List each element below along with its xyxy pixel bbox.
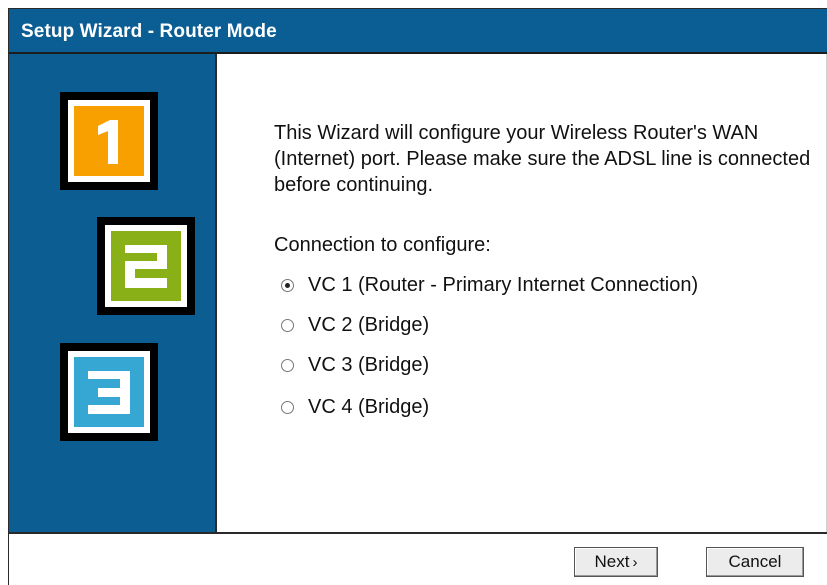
step-3-icon bbox=[60, 343, 158, 441]
radio-vc1[interactable] bbox=[281, 278, 294, 292]
button-bar: Next › Cancel bbox=[8, 532, 827, 585]
chevron-right-icon: › bbox=[632, 553, 638, 571]
radio-vc4[interactable] bbox=[281, 400, 294, 414]
next-button[interactable]: Next › bbox=[574, 547, 658, 577]
step-2-tile bbox=[111, 231, 181, 301]
connection-label: Connection to configure: bbox=[274, 234, 491, 256]
radio-vc3[interactable] bbox=[281, 358, 294, 372]
step-2-icon bbox=[97, 217, 195, 315]
step-1-tile bbox=[74, 106, 144, 176]
option-vc1-label: VC 1 (Router - Primary Internet Connecti… bbox=[308, 273, 699, 296]
intro-text: This Wizard will configure your Wireless… bbox=[274, 122, 811, 196]
setup-wizard-window: Setup Wizard - Router Mode This Wizard w… bbox=[0, 0, 827, 585]
title-bar: Setup Wizard - Router Mode bbox=[8, 8, 827, 54]
option-vc3-label: VC 3 (Bridge) bbox=[308, 353, 430, 376]
cancel-button-label: Cancel bbox=[728, 552, 782, 571]
step-sidebar bbox=[8, 54, 217, 532]
step-3-tile bbox=[74, 357, 144, 427]
window-title: Setup Wizard - Router Mode bbox=[21, 21, 277, 42]
option-vc3[interactable]: VC 3 (Bridge) bbox=[281, 352, 429, 378]
option-vc4[interactable]: VC 4 (Bridge) bbox=[281, 394, 429, 420]
wizard-content: This Wizard will configure your Wireless… bbox=[217, 54, 827, 532]
step-1-icon bbox=[60, 92, 158, 190]
option-vc2[interactable]: VC 2 (Bridge) bbox=[281, 312, 429, 338]
option-vc2-label: VC 2 (Bridge) bbox=[308, 313, 430, 336]
next-button-label: Next bbox=[594, 552, 630, 571]
option-vc1[interactable]: VC 1 (Router - Primary Internet Connecti… bbox=[281, 272, 698, 298]
cancel-button[interactable]: Cancel bbox=[706, 547, 804, 577]
digit-2-icon bbox=[125, 245, 167, 288]
digit-3-icon bbox=[88, 371, 130, 414]
radio-vc2[interactable] bbox=[281, 318, 294, 332]
digit-1-icon bbox=[98, 120, 118, 164]
option-vc4-label: VC 4 (Bridge) bbox=[308, 395, 430, 418]
